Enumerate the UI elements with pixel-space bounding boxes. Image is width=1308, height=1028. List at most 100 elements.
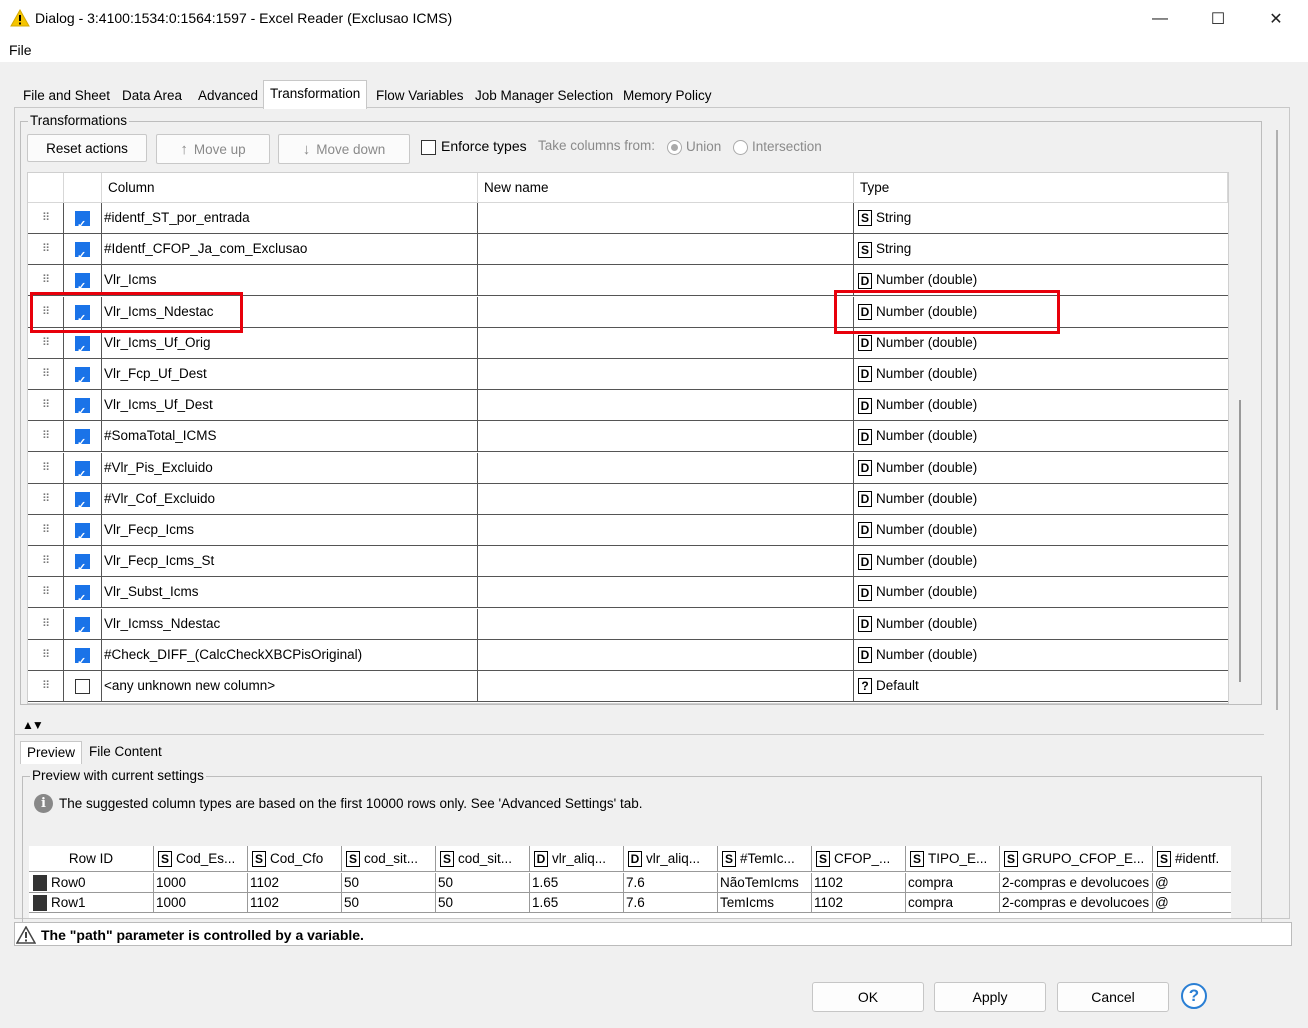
type-cell[interactable]: D Number (double) bbox=[854, 421, 1228, 452]
type-cell[interactable]: D Number (double) bbox=[854, 515, 1228, 546]
new-name-cell[interactable] bbox=[478, 203, 854, 234]
new-name-cell[interactable] bbox=[478, 546, 854, 578]
help-button[interactable]: ? bbox=[1181, 983, 1207, 1009]
preview-column-header[interactable]: Scod_sit... bbox=[436, 846, 530, 872]
type-cell[interactable]: ? Default bbox=[854, 671, 1228, 702]
new-name-cell[interactable] bbox=[478, 421, 854, 453]
tab-job-manager-selection[interactable]: Job Manager Selection bbox=[468, 83, 620, 109]
preview-column-header[interactable]: Dvlr_aliq... bbox=[624, 846, 718, 872]
header-type[interactable]: Type bbox=[854, 173, 1228, 203]
intersection-radio[interactable] bbox=[733, 140, 748, 155]
move-up-button[interactable]: ↑ Move up bbox=[156, 134, 270, 164]
type-cell[interactable]: D Number (double) bbox=[854, 546, 1228, 577]
row-checkbox[interactable] bbox=[75, 679, 90, 694]
new-name-cell[interactable] bbox=[478, 577, 854, 609]
drag-handle-icon[interactable]: ⠿ bbox=[28, 359, 64, 390]
table-row[interactable]: ⠿ Vlr_Icmss_Ndestac DNumber (double) bbox=[28, 608, 1228, 640]
preview-column-header[interactable]: S #identf. bbox=[1153, 846, 1231, 872]
row-checkbox[interactable] bbox=[75, 553, 90, 577]
new-name-cell[interactable] bbox=[478, 265, 854, 297]
new-name-cell[interactable] bbox=[478, 234, 854, 266]
table-row[interactable]: ⠿ #SomaTotal_ICMS DNumber (double) bbox=[28, 421, 1228, 453]
type-cell[interactable]: D Number (double) bbox=[854, 640, 1228, 671]
tab-data-area[interactable]: Data Area bbox=[115, 83, 189, 109]
type-cell[interactable]: D Number (double) bbox=[854, 484, 1228, 515]
drag-handle-icon[interactable]: ⠿ bbox=[28, 546, 64, 578]
new-name-cell[interactable] bbox=[478, 483, 854, 515]
table-row[interactable]: ⠿ Vlr_Fcp_Uf_Dest D Number (double) bbox=[28, 359, 1228, 390]
new-name-cell[interactable] bbox=[478, 608, 854, 640]
new-name-cell[interactable] bbox=[478, 671, 854, 702]
row-checkbox[interactable] bbox=[75, 584, 90, 608]
apply-button[interactable]: Apply bbox=[934, 982, 1046, 1012]
table-row[interactable]: ⠿ Vlr_Fecp_Icms D Number (double) bbox=[28, 515, 1228, 546]
splitter-arrows-icon[interactable]: ▲▼ bbox=[22, 718, 44, 732]
new-name-cell[interactable] bbox=[478, 327, 854, 359]
row-checkbox[interactable] bbox=[75, 428, 90, 452]
preview-column-header[interactable]: S CFOP_... bbox=[812, 846, 906, 872]
type-cell[interactable]: S String bbox=[854, 203, 1228, 234]
drag-handle-icon[interactable]: ⠿ bbox=[28, 671, 64, 702]
table-row[interactable]: ⠿ #Check_DIFF_(CalcCheckXBCPisOriginal) DN… bbox=[28, 639, 1228, 671]
row-checkbox[interactable] bbox=[75, 491, 90, 515]
move-down-button[interactable]: ↓ Move down bbox=[278, 134, 410, 164]
table-row[interactable]: ⠿ #identf_ST_por_entrada S String bbox=[28, 203, 1228, 234]
ok-button[interactable]: OK bbox=[812, 982, 924, 1012]
drag-handle-icon[interactable]: ⠿ bbox=[28, 515, 64, 546]
table-row[interactable]: ⠿ Vlr_Fecp_Icms_St DNumber (double) bbox=[28, 546, 1228, 578]
table-row[interactable]: ⠿ #Vlr_Pis_Excluido DNumber (double) bbox=[28, 452, 1228, 484]
type-cell[interactable]: D Number (double) bbox=[854, 577, 1228, 608]
type-cell[interactable]: S String bbox=[854, 234, 1228, 265]
header-new-name[interactable]: New name bbox=[478, 173, 854, 203]
preview-column-header[interactable]: S TIPO_E... bbox=[906, 846, 1000, 872]
union-radio[interactable] bbox=[667, 140, 682, 155]
tab-advanced[interactable]: Advanced bbox=[191, 83, 265, 109]
row-checkbox[interactable] bbox=[75, 241, 90, 265]
table-row[interactable]: ⠿ <any unknown new column>? Default bbox=[28, 671, 1228, 702]
maximize-button[interactable]: ☐ bbox=[1189, 0, 1247, 38]
drag-handle-icon[interactable]: ⠿ bbox=[28, 390, 64, 422]
preview-column-header[interactable]: Scod_sit... bbox=[342, 846, 436, 872]
dialog-scrollbar-thumb[interactable] bbox=[1276, 130, 1278, 710]
type-cell[interactable]: D Number (double) bbox=[854, 453, 1228, 484]
row-checkbox[interactable] bbox=[75, 272, 90, 296]
tab-memory-policy[interactable]: Memory Policy bbox=[616, 83, 719, 109]
preview-header-rowid[interactable]: Row ID bbox=[29, 846, 154, 872]
new-name-cell[interactable] bbox=[478, 452, 854, 484]
new-name-cell[interactable] bbox=[478, 296, 854, 328]
tab-file-content[interactable]: File Content bbox=[83, 741, 168, 763]
row-checkbox[interactable] bbox=[75, 397, 90, 421]
table-row[interactable]: ⠿ #Vlr_Cof_Excluido DNumber (double) bbox=[28, 483, 1228, 515]
row-checkbox[interactable] bbox=[75, 460, 90, 484]
header-column[interactable]: Column bbox=[102, 173, 478, 203]
new-name-cell[interactable] bbox=[478, 639, 854, 671]
drag-handle-icon[interactable]: ⠿ bbox=[28, 483, 64, 515]
drag-handle-icon[interactable]: ⠿ bbox=[28, 608, 64, 640]
type-cell[interactable]: D Number (double) bbox=[854, 609, 1228, 640]
table-row[interactable]: ⠿ Vlr_Subst_Icms DNumber (double) bbox=[28, 577, 1228, 609]
drag-handle-icon[interactable]: ⠿ bbox=[28, 452, 64, 484]
tab-transformation[interactable]: Transformation bbox=[263, 80, 368, 109]
row-checkbox[interactable] bbox=[75, 647, 90, 671]
close-button[interactable]: ✕ bbox=[1247, 0, 1305, 38]
preview-column-header[interactable]: S GRUPO_CFOP_E... bbox=[1000, 846, 1153, 872]
preview-column-header[interactable]: S #TemIc... bbox=[718, 846, 812, 872]
row-checkbox[interactable] bbox=[75, 616, 90, 640]
row-checkbox[interactable] bbox=[75, 210, 90, 234]
drag-handle-icon[interactable]: ⠿ bbox=[28, 639, 64, 671]
preview-column-header[interactable]: S Cod_Cfo bbox=[248, 846, 342, 872]
tab-flow-variables[interactable]: Flow Variables bbox=[369, 83, 471, 109]
table-row[interactable]: ⠿ #Identf_CFOP_Ja_com_Exclusao SString bbox=[28, 234, 1228, 266]
preview-column-header[interactable]: Dvlr_aliq... bbox=[530, 846, 624, 872]
reset-actions-button[interactable]: Reset actions bbox=[27, 134, 147, 162]
row-checkbox[interactable] bbox=[75, 366, 90, 390]
drag-handle-icon[interactable]: ⠿ bbox=[28, 203, 64, 234]
type-cell[interactable]: D Number (double) bbox=[854, 390, 1228, 421]
tab-file-and-sheet[interactable]: File and Sheet bbox=[16, 83, 117, 109]
table-scrollbar-thumb[interactable] bbox=[1239, 400, 1241, 682]
menu-file[interactable]: File bbox=[9, 42, 32, 58]
row-checkbox[interactable] bbox=[75, 522, 90, 546]
minimize-button[interactable]: — bbox=[1131, 0, 1189, 38]
drag-handle-icon[interactable]: ⠿ bbox=[28, 421, 64, 453]
preview-column-header[interactable]: S Cod_Es... bbox=[154, 846, 248, 872]
